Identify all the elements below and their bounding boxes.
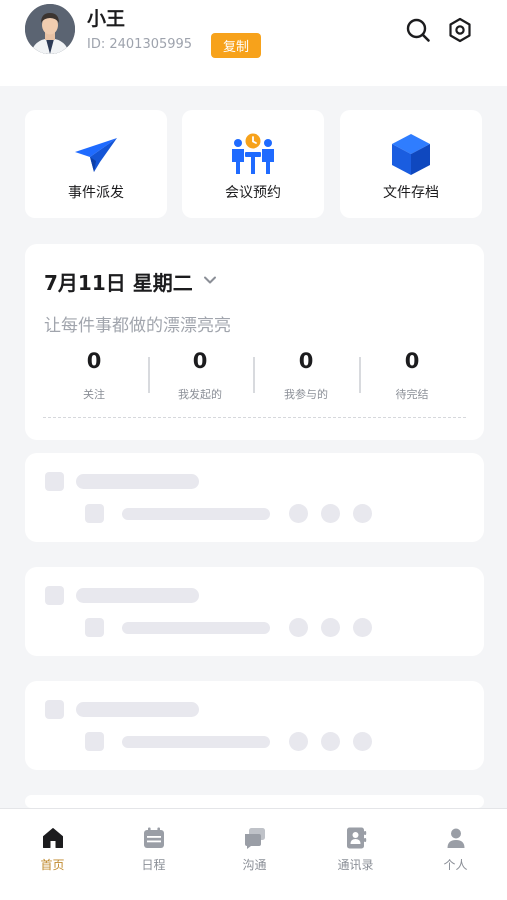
- skeleton-bar: [76, 702, 199, 717]
- stat-label: 待完结: [395, 388, 429, 401]
- tab-label: 沟通: [242, 858, 267, 872]
- tab-label: 个人: [443, 858, 468, 872]
- tab-home[interactable]: 首页: [2, 809, 103, 889]
- copy-button[interactable]: 复制: [211, 33, 261, 58]
- skeleton-dot: [353, 732, 372, 751]
- calendar-icon: [143, 827, 164, 848]
- stat-label: 我参与的: [284, 388, 328, 401]
- skeleton-block: [45, 472, 64, 491]
- user-name: 小王: [87, 8, 126, 30]
- action-dispatch-event[interactable]: 事件派发: [25, 110, 167, 218]
- skeleton-dot: [353, 504, 372, 523]
- skeleton-block: [85, 504, 104, 523]
- skeleton-dot: [289, 732, 308, 751]
- skeleton-dot: [353, 618, 372, 637]
- action-label: 会议预约: [225, 185, 281, 201]
- tab-chat[interactable]: 沟通: [204, 809, 305, 889]
- cube-icon: [392, 134, 430, 175]
- skeleton-card: [25, 681, 484, 770]
- tab-label: 日程: [141, 858, 166, 872]
- settings-icon[interactable]: [446, 16, 474, 44]
- stat-participated[interactable]: 0 我参与的: [253, 348, 359, 402]
- tab-contacts[interactable]: 通讯录: [305, 809, 406, 889]
- home-icon: [42, 828, 63, 848]
- avatar-image: [25, 4, 75, 54]
- action-label: 事件派发: [68, 185, 124, 201]
- action-file-archive[interactable]: 文件存档: [340, 110, 482, 218]
- action-label: 文件存档: [383, 185, 439, 201]
- meeting-icon: [232, 133, 274, 174]
- skeleton-dot: [321, 618, 340, 637]
- bottom-tab-bar: 首页 日程 沟通 通讯录 个人: [0, 808, 507, 900]
- skeleton-dot: [289, 618, 308, 637]
- dashed-divider: [43, 417, 466, 418]
- skeleton-card: [25, 453, 484, 542]
- skeleton-block: [85, 618, 104, 637]
- search-icon[interactable]: [404, 16, 432, 44]
- skeleton-block: [45, 586, 64, 605]
- header: 小王 ID: 2401305995 复制: [0, 0, 507, 86]
- stat-value: 0: [86, 349, 102, 373]
- skeleton-dot: [289, 504, 308, 523]
- chat-icon: [244, 828, 265, 849]
- tab-personal[interactable]: 个人: [405, 809, 506, 889]
- stat-value: 0: [192, 349, 208, 373]
- date-subtitle: 让每件事都做的漂漂亮亮: [44, 316, 231, 336]
- stat-initiated[interactable]: 0 我发起的: [147, 348, 253, 402]
- stat-follow[interactable]: 0 关注: [41, 348, 147, 402]
- skeleton-bar: [76, 588, 199, 603]
- tab-label: 通讯录: [337, 858, 374, 872]
- tab-schedule[interactable]: 日程: [103, 809, 204, 889]
- date-card: 7月11日 星期二 让每件事都做的漂漂亮亮 0 关注 0 我发起的 0 我参与的…: [25, 244, 484, 440]
- skeleton-bar: [122, 508, 270, 520]
- action-meeting-booking[interactable]: 会议预约: [182, 110, 324, 218]
- date-title[interactable]: 7月11日 星期二: [44, 267, 193, 296]
- stat-value: 0: [404, 349, 420, 373]
- skeleton-bar: [122, 622, 270, 634]
- avatar[interactable]: [25, 4, 75, 54]
- user-id: ID: 2401305995: [87, 37, 193, 52]
- skeleton-block: [85, 732, 104, 751]
- contacts-icon: [346, 827, 366, 849]
- stat-value: 0: [298, 349, 314, 373]
- skeleton-dot: [321, 732, 340, 751]
- tab-label: 首页: [40, 858, 65, 872]
- person-icon: [447, 828, 464, 848]
- skeleton-dot: [321, 504, 340, 523]
- skeleton-bar: [76, 474, 199, 489]
- paper-plane-icon: [75, 138, 117, 172]
- stat-label: 关注: [83, 388, 105, 401]
- skeleton-bar: [122, 736, 270, 748]
- stat-pending[interactable]: 0 待完结: [359, 348, 465, 402]
- skeleton-block: [45, 700, 64, 719]
- chevron-down-icon[interactable]: [202, 272, 218, 288]
- skeleton-card: [25, 567, 484, 656]
- skeleton-card: [25, 795, 484, 808]
- stat-label: 我发起的: [178, 388, 222, 401]
